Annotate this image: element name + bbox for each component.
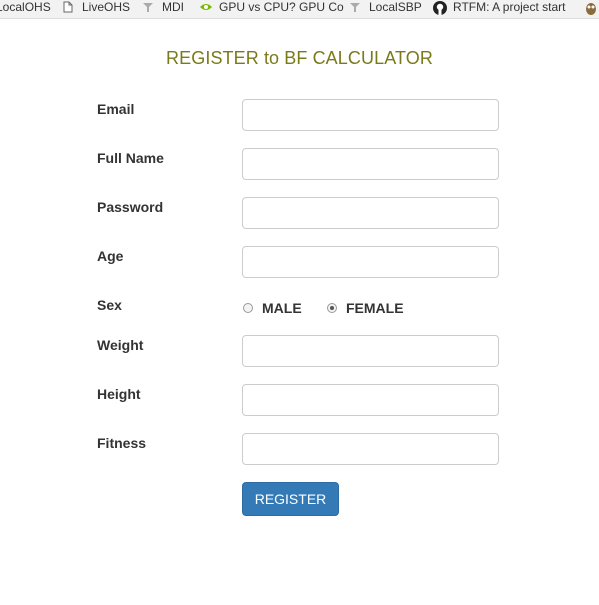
bookmark-localohs[interactable]: LocalOHS <box>0 0 51 14</box>
sex-label: Sex <box>97 297 122 313</box>
height-field[interactable] <box>242 384 499 416</box>
height-label: Height <box>97 386 141 402</box>
bookmarks-bar: LocalOHS LiveOHS MDI GPU vs CPU? GPU Co … <box>0 0 599 19</box>
email-label: Email <box>97 101 135 117</box>
age-field[interactable] <box>242 246 499 278</box>
sex-radio-male[interactable]: MALE <box>243 300 302 316</box>
weight-label: Weight <box>97 337 144 353</box>
email-field[interactable] <box>242 99 499 131</box>
bookmark-liveohs[interactable]: LiveOHS <box>62 0 130 14</box>
bookmark-label: RTFM: A project start <box>453 0 566 14</box>
bookmark-label: LiveOHS <box>82 0 131 14</box>
bookmark-localsbp[interactable]: LocalSBP <box>349 0 422 14</box>
radio-unchecked-icon[interactable] <box>243 303 253 313</box>
owl-icon <box>585 1 597 15</box>
age-label: Age <box>97 248 124 264</box>
sex-option-label: FEMALE <box>346 300 404 316</box>
bookmark-rtfm[interactable]: RTFM: A project start <box>433 0 566 15</box>
bookmark-mdi[interactable]: MDI <box>142 0 184 14</box>
bookmark-owl[interactable] <box>585 0 599 15</box>
weight-field[interactable] <box>242 335 499 367</box>
sex-option-label: MALE <box>262 300 302 316</box>
github-icon <box>433 1 447 15</box>
nvidia-icon <box>199 1 212 13</box>
tool-icon <box>349 1 361 13</box>
bookmark-label: LocalSBP <box>369 0 422 14</box>
page-icon <box>62 1 74 13</box>
tool-icon <box>142 1 154 13</box>
fullname-field[interactable] <box>242 148 499 180</box>
fitness-field[interactable] <box>242 433 499 465</box>
password-field[interactable] <box>242 197 499 229</box>
bookmark-label: MDI <box>162 0 184 14</box>
page-title: REGISTER to BF CALCULATOR <box>166 48 433 68</box>
bookmark-label: LocalOHS <box>0 0 51 14</box>
register-button[interactable]: REGISTER <box>242 482 339 516</box>
bookmark-label: GPU vs CPU? GPU Co <box>219 0 344 14</box>
bookmark-gpu-vs-cpu[interactable]: GPU vs CPU? GPU Co <box>199 0 344 14</box>
sex-radio-female[interactable]: FEMALE <box>327 300 404 316</box>
fitness-label: Fitness <box>97 435 147 451</box>
radio-checked-icon[interactable] <box>327 303 337 313</box>
password-label: Password <box>97 199 164 215</box>
fullname-label: Full Name <box>97 150 164 166</box>
